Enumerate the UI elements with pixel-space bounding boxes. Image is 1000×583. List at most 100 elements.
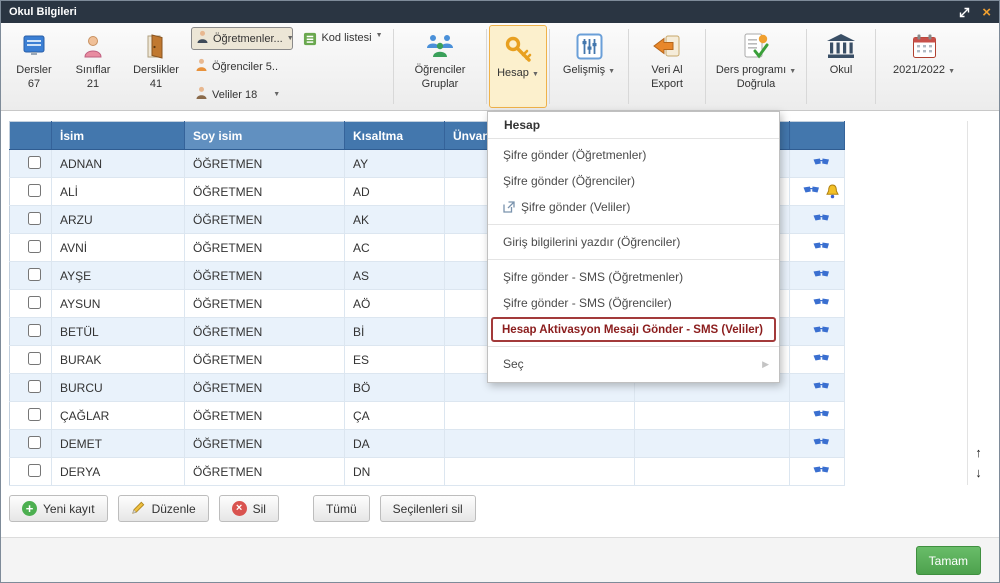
cell-kisaltma: DN: [344, 457, 445, 486]
kod-listesi-button[interactable]: Kod listesi ▼: [295, 23, 391, 110]
cell-isim: ÇAĞLAR: [51, 401, 185, 430]
row-checkbox[interactable]: [28, 435, 41, 449]
table-row[interactable]: DERYA ÖĞRETMEN DN: [9, 457, 845, 486]
cell-kisaltma: ES: [344, 345, 445, 374]
cell-extra: [634, 457, 790, 486]
yeni-kayit-button[interactable]: + Yeni kayıt: [9, 495, 108, 522]
chevron-down-icon: ▼: [273, 91, 281, 98]
row-checkbox[interactable]: [28, 267, 41, 281]
table-row[interactable]: DEMET ÖĞRETMEN DA: [9, 429, 845, 458]
ogretmenler-label: Öğretmenler...: [213, 32, 283, 45]
hesap-menu-item[interactable]: Şifre gönder (Öğretmenler): [488, 142, 779, 168]
veliler-button[interactable]: Veliler 18 ▼: [191, 83, 293, 106]
cell-checkbox: [9, 373, 52, 402]
hesap-menu-item[interactable]: Giriş bilgilerini yazdır (Öğrenciler): [488, 229, 779, 255]
scroll-up-icon[interactable]: ↑: [975, 446, 982, 459]
glasses-icon[interactable]: [813, 242, 830, 252]
siniflar-count: 21: [86, 78, 100, 90]
secilenleri-sil-button[interactable]: Seçilenleri sil: [379, 495, 476, 522]
row-checkbox[interactable]: [28, 183, 41, 197]
row-checkbox[interactable]: [28, 239, 41, 253]
okul-label: Okul: [829, 64, 853, 76]
external-link-icon: [503, 201, 515, 213]
hesap-menu-item[interactable]: Şifre gönder (Veliler): [488, 194, 779, 220]
ogrenciler-label: Öğrenciler 5..: [212, 60, 279, 73]
hesap-menu-items: Şifre gönder (Öğretmenler) Şifre gönder (…: [488, 142, 779, 377]
gelismis-button[interactable]: Gelişmiş ▼: [552, 23, 626, 110]
glasses-icon[interactable]: [803, 186, 820, 196]
sil-button[interactable]: × Sil: [218, 495, 279, 522]
hesap-menu-item[interactable]: Şifre gönder - SMS (Öğretmenler): [488, 264, 779, 290]
duzenle-button[interactable]: Düzenle: [117, 495, 209, 522]
hesap-menu-item[interactable]: Şifre gönder - SMS (Öğrenciler): [488, 290, 779, 316]
cell-soy-isim: ÖĞRETMEN: [184, 149, 345, 178]
menu-item-label: Hesap Aktivasyon Mesajı Gönder - SMS (Ve…: [502, 323, 763, 336]
school-year-selector[interactable]: 2021/2022 ▼: [878, 23, 970, 110]
ogretmenler-button[interactable]: Öğretmenler... ▼: [191, 27, 294, 50]
siniflar-button[interactable]: Sınıflar 21: [63, 23, 123, 110]
cell-checkbox: [9, 345, 52, 374]
scroll-down-icon[interactable]: ↓: [975, 466, 982, 479]
ders-programi-label-1: Ders programı ▼: [715, 64, 797, 76]
record-actions: + Yeni kayıt Düzenle × Sil Tümü Seçilenl…: [9, 495, 999, 522]
cell-unvan: [444, 457, 635, 486]
row-checkbox[interactable]: [28, 323, 41, 337]
glasses-icon[interactable]: [813, 326, 830, 336]
cell-unvan: [444, 401, 635, 430]
hesap-dropdown-menu: Hesap Şifre gönder (Öğretmenler) Şifre gö…: [487, 111, 780, 383]
delete-icon: ×: [231, 501, 247, 516]
cell-isim: ALİ: [51, 177, 185, 206]
dersler-label: Dersler: [16, 64, 52, 76]
maximize-icon[interactable]: [959, 7, 970, 18]
row-checkbox[interactable]: [28, 407, 41, 421]
cell-checkbox: [9, 261, 52, 290]
glasses-icon[interactable]: [813, 410, 830, 420]
hesap-menu-item-highlighted[interactable]: Hesap Aktivasyon Mesajı Gönder - SMS (Ve…: [491, 317, 776, 342]
row-checkbox[interactable]: [28, 295, 41, 309]
glasses-icon[interactable]: [813, 214, 830, 224]
menu-separator: [488, 259, 779, 260]
cell-kisaltma: DA: [344, 429, 445, 458]
glasses-icon[interactable]: [813, 158, 830, 168]
row-checkbox[interactable]: [28, 463, 41, 477]
row-checkbox[interactable]: [28, 351, 41, 365]
dersler-button[interactable]: Dersler 67: [5, 23, 63, 110]
ogrenciler-gruplar-button[interactable]: Öğrenciler Gruplar: [396, 23, 484, 110]
header-kisaltma[interactable]: Kısaltma: [344, 121, 445, 150]
okul-button[interactable]: Okul: [809, 23, 873, 110]
hesap-button[interactable]: Hesap ▼: [489, 25, 547, 108]
hesap-menu-item[interactable]: Seç ▶: [488, 351, 779, 377]
header-soy-isim[interactable]: Soy isim: [184, 121, 345, 150]
hesap-menu-item[interactable]: Şifre gönder (Öğrenciler): [488, 168, 779, 194]
glasses-icon[interactable]: [813, 270, 830, 280]
glasses-icon[interactable]: [813, 438, 830, 448]
close-icon[interactable]: ×: [982, 5, 991, 20]
table-row[interactable]: ÇAĞLAR ÖĞRETMEN ÇA: [9, 401, 845, 430]
cell-soy-isim: ÖĞRETMEN: [184, 429, 345, 458]
parent-icon: [195, 86, 208, 103]
row-checkbox[interactable]: [28, 379, 41, 393]
cell-soy-isim: ÖĞRETMEN: [184, 289, 345, 318]
ders-programi-label-2: Doğrula: [736, 78, 776, 90]
ogrenciler-button[interactable]: Öğrenciler 5..: [191, 55, 293, 78]
row-checkbox[interactable]: [28, 155, 41, 169]
glasses-icon[interactable]: [813, 354, 830, 364]
glasses-icon[interactable]: [813, 382, 830, 392]
cell-checkbox: [9, 317, 52, 346]
derslikler-count: 41: [149, 78, 163, 90]
veri-al-label-1: Veri Al: [651, 64, 683, 76]
veri-al-export-button[interactable]: Veri Al Export: [631, 23, 703, 110]
student-icon: [195, 58, 208, 75]
row-checkbox[interactable]: [28, 211, 41, 225]
ders-programi-dogrula-button[interactable]: Ders programı ▼ Doğrula: [708, 23, 804, 110]
cell-kisaltma: AÖ: [344, 289, 445, 318]
glasses-icon[interactable]: [813, 298, 830, 308]
tamam-button[interactable]: Tamam: [915, 546, 981, 575]
cell-icons: [789, 261, 845, 290]
header-isim[interactable]: İsim: [51, 121, 185, 150]
tumu-button[interactable]: Tümü: [312, 495, 370, 522]
glasses-icon[interactable]: [813, 466, 830, 476]
derslikler-button[interactable]: Derslikler 41: [123, 23, 189, 110]
cell-kisaltma: AK: [344, 205, 445, 234]
student-groups-icon: [422, 30, 458, 62]
